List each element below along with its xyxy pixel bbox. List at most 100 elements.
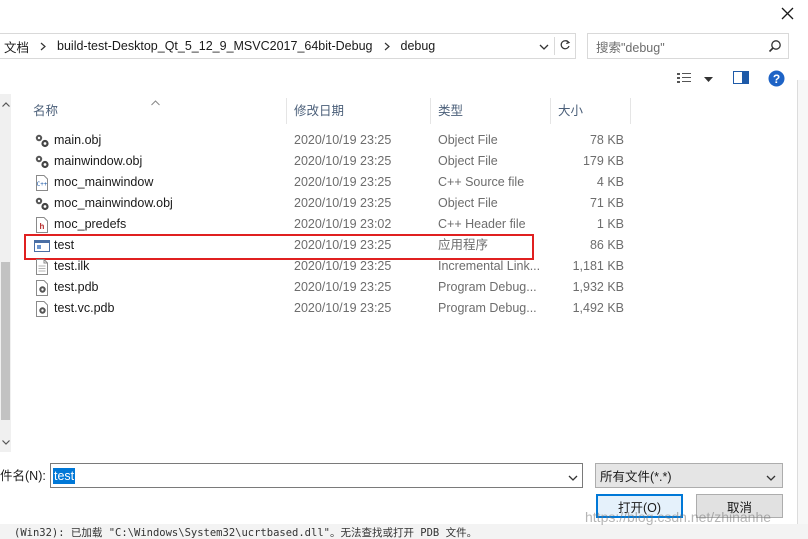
file-size: 4 KB [596,175,624,189]
breadcrumb-separator-icon[interactable] [40,42,46,51]
close-icon [781,7,794,23]
file-name: test.pdb [54,280,99,294]
cpp-file-icon: C++ [34,175,50,191]
file-date: 2020/10/19 23:25 [294,301,392,315]
file-type: C++ Header file [438,217,526,231]
close-button[interactable] [770,0,804,30]
preview-pane-button[interactable] [732,71,750,87]
scroll-up-button[interactable] [1,98,10,110]
ilk-file-icon [34,259,50,275]
file-row-test-ilk[interactable]: test.ilk 2020/10/19 23:25 Incremental Li… [26,256,631,277]
address-history-dropdown[interactable] [534,34,554,58]
chevron-down-icon [539,39,549,53]
output-log-line: (Win32): 已加载 "C:\Windows\System32\ucrtba… [14,527,478,539]
background-window-edge [797,80,808,539]
file-type: Object File [438,133,498,147]
chevron-down-icon[interactable] [568,470,578,484]
details-view-icon [676,71,692,88]
pdb-file-icon [34,280,50,296]
file-type: Object File [438,154,498,168]
obj-file-icon [34,154,50,170]
file-type-select[interactable]: 所有文件(*.*) [595,463,783,488]
file-size: 1,181 KB [572,259,624,273]
pdb-file-icon [34,301,50,317]
file-row-test-exe[interactable]: test 2020/10/19 23:25 应用程序 86 KB [24,234,631,260]
file-row-moc-mainwindow-obj[interactable]: moc_mainwindow.obj 2020/10/19 23:25 Obje… [26,193,631,214]
file-date: 2020/10/19 23:25 [294,196,392,210]
file-row-main-obj[interactable]: main.obj 2020/10/19 23:25 Object File 78… [26,130,631,151]
file-name: moc_predefs [54,217,127,231]
file-name: test.ilk [54,259,90,273]
file-date: 2020/10/19 23:25 [294,238,392,252]
header-file-icon: h [34,217,50,233]
file-row-test-pdb[interactable]: test.pdb 2020/10/19 23:25 Program Debug.… [26,277,631,298]
view-options-dropdown[interactable] [702,74,714,84]
file-size: 78 KB [589,133,624,147]
column-header-name[interactable]: 名称 [26,98,287,124]
file-type: Object File [438,196,498,210]
file-size: 1 KB [596,217,624,231]
column-header-size[interactable]: 大小 [551,98,631,124]
scroll-down-button[interactable] [1,436,10,448]
file-row-moc-predefs[interactable]: h moc_predefs 2020/10/19 23:02 C++ Heade… [26,214,631,235]
svg-text:?: ? [772,72,779,86]
file-row-mainwindow-obj[interactable]: mainwindow.obj 2020/10/19 23:25 Object F… [26,151,631,172]
background-output-panel: (Win32): 已加载 "C:\Windows\System32\ucrtba… [0,524,808,539]
file-date: 2020/10/19 23:25 [294,133,392,147]
file-date: 2020/10/19 23:02 [294,217,392,231]
file-size: 179 KB [582,154,624,168]
filename-value: test [53,467,76,484]
column-header-type[interactable]: 类型 [431,98,551,124]
file-name: test.vc.pdb [54,301,115,315]
chevron-up-icon [1,101,10,107]
search-placeholder: 搜索"debug" [596,40,665,55]
obj-file-icon [34,133,50,149]
search-input[interactable]: 搜索"debug" [587,33,789,59]
file-date: 2020/10/19 23:25 [294,154,392,168]
watermark: https://blog.csdn.net/zhinanhe [585,509,772,525]
help-button[interactable]: ? [767,70,785,90]
breadcrumb-separator-icon[interactable] [384,42,390,51]
scrollbar-thumb[interactable] [1,262,10,420]
change-view-button[interactable] [676,71,692,87]
refresh-button[interactable] [555,34,575,58]
column-header-date[interactable]: 修改日期 [287,98,431,124]
dropdown-triangle-icon [703,72,713,86]
file-type: Incremental Link... [438,259,541,273]
breadcrumb-documents[interactable]: 文档 [4,37,29,56]
exe-file-icon [34,238,50,254]
file-name: main.obj [54,133,102,147]
search-icon [768,39,782,56]
file-date: 2020/10/19 23:25 [294,259,392,273]
file-date: 2020/10/19 23:25 [294,280,392,294]
file-name: moc_mainwindow.obj [54,196,173,210]
file-size: 71 KB [589,196,624,210]
file-size: 1,932 KB [572,280,624,294]
file-type: Program Debug... [438,280,537,294]
chevron-down-icon [1,439,10,445]
file-row-test-vc-pdb[interactable]: test.vc.pdb 2020/10/19 23:25 Program Deb… [26,298,631,319]
file-type: 应用程序 [438,238,489,252]
file-size: 86 KB [589,238,624,252]
breadcrumb-debug[interactable]: debug [401,39,436,53]
file-name: moc_mainwindow [54,175,154,189]
filename-input[interactable]: test [50,463,583,488]
file-row-moc-mainwindow[interactable]: C++ moc_mainwindow 2020/10/19 23:25 C++ … [26,172,631,193]
help-icon: ? [768,70,785,90]
navigation-pane-scrollbar[interactable] [0,94,11,452]
filename-label: 件名(N): [0,469,46,483]
preview-pane-icon [733,71,749,87]
svg-text:h: h [40,222,45,231]
file-name: test [54,238,75,252]
file-date: 2020/10/19 23:25 [294,175,392,189]
svg-text:C++: C++ [37,181,48,188]
file-size: 1,492 KB [572,301,624,315]
chevron-down-icon [766,470,776,484]
file-type: Program Debug... [438,301,537,315]
file-type: C++ Source file [438,175,525,189]
file-type-value: 所有文件(*.*) [600,470,672,484]
file-name: mainwindow.obj [54,154,143,168]
breadcrumb-build-folder[interactable]: build-test-Desktop_Qt_5_12_9_MSVC2017_64… [57,39,372,53]
obj-file-icon [34,196,50,212]
address-bar[interactable]: 文档 build-test-Desktop_Qt_5_12_9_MSVC2017… [0,33,576,59]
